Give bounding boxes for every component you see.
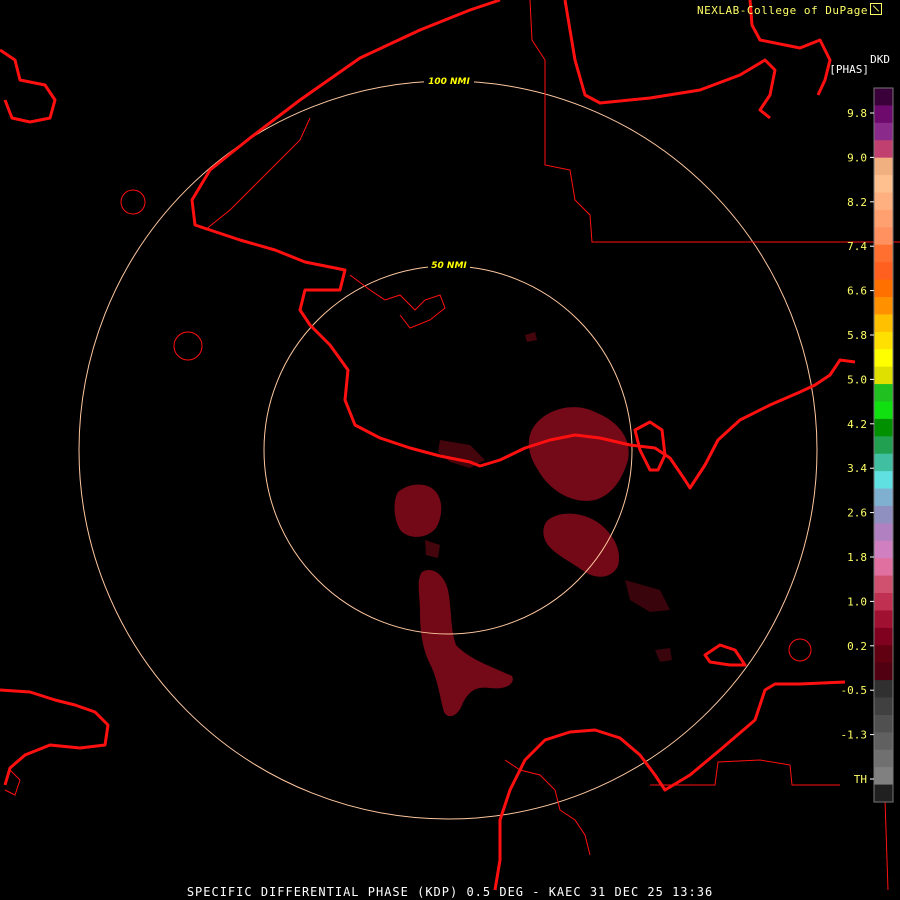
color-scale-tick-label: 9.0 — [847, 151, 867, 164]
radar-echoes — [394, 332, 672, 717]
island-nw — [0, 48, 57, 124]
color-scale-swatch — [874, 523, 893, 542]
color-scale-swatch — [874, 680, 893, 699]
color-scale-swatch — [874, 279, 893, 298]
color-scale-tick-label: TH — [854, 773, 867, 786]
color-scale-swatch — [874, 662, 893, 681]
color-scale-tick-label: -1.3 — [841, 729, 868, 742]
color-scale-tick-label: 3.4 — [847, 462, 867, 475]
product-caption: SPECIFIC DIFFERENTIAL PHASE (KDP) 0.5 DE… — [186, 885, 714, 899]
color-scale-swatch — [874, 697, 893, 716]
color-scale-swatch — [874, 105, 893, 124]
color-scale-tick-label: 4.2 — [847, 418, 867, 431]
color-scale-swatch — [874, 505, 893, 524]
coastline-main-east — [629, 358, 856, 490]
color-scale-swatch — [874, 488, 893, 507]
color-scale-swatch — [874, 122, 893, 141]
color-scale-swatch — [874, 732, 893, 751]
color-scale-swatch — [874, 453, 893, 472]
color-scale-bar — [873, 87, 894, 803]
coastline-northeast — [563, 0, 777, 120]
coastline-south-peninsula — [493, 680, 846, 891]
color-scale-swatch — [874, 192, 893, 211]
color-scale-swatch — [874, 349, 893, 368]
color-scale-tick-label: 9.8 — [847, 107, 867, 120]
color-scale-tick-label: 6.6 — [847, 285, 867, 298]
color-scale-swatch — [874, 384, 893, 402]
island-se — [703, 643, 747, 667]
color-scale-swatch — [874, 575, 893, 594]
coastline-main-west — [190, 0, 631, 468]
color-scale-swatch — [874, 714, 893, 733]
color-scale-swatch — [874, 401, 893, 420]
color-scale-swatch — [874, 784, 893, 803]
color-scale-swatch — [874, 627, 893, 646]
color-scale-swatch — [874, 749, 893, 768]
color-scale-swatch — [874, 314, 893, 333]
colorbar-units: [PHAS] — [829, 63, 869, 76]
echo-speckle-southwest — [425, 540, 440, 558]
coastlines — [0, 0, 856, 891]
echo-speckle-southeast — [655, 648, 672, 662]
color-scale-tick-label: 1.8 — [847, 551, 867, 564]
color-scale-swatch — [874, 471, 893, 490]
color-scale-tick-label: 8.2 — [847, 196, 867, 209]
color-scale-swatch — [874, 244, 893, 263]
color-scale-swatch — [874, 157, 893, 176]
color-scale-swatch — [874, 767, 893, 786]
color-scale-swatch — [874, 436, 893, 455]
color-scale-tick-label: 5.8 — [847, 329, 867, 342]
credit-label: NEXLAB-College of DuPage — [697, 3, 882, 17]
color-scale-swatch — [874, 645, 893, 664]
color-scale-tick-label: -0.5 — [841, 684, 868, 697]
coastline-southwest — [0, 688, 110, 786]
radar-map: 50 NMI 100 NMI 9.8 9.0 8.2 7.4 6.6 5.8 5.0 4.2 3… — [0, 0, 900, 891]
color-scale-swatch — [874, 366, 893, 385]
range-ring-50-label: 50 NMI — [431, 261, 467, 271]
color-scale-swatch — [874, 296, 893, 315]
color-scale-swatch — [874, 593, 893, 611]
echo-cluster-east — [543, 513, 620, 577]
color-scale-swatch — [874, 262, 893, 281]
color-scale-swatch — [874, 418, 893, 437]
range-ring-100-label: 100 NMI — [428, 77, 470, 87]
color-scale-swatch — [874, 175, 893, 193]
color-scale-tick-label: 7.4 — [847, 240, 867, 253]
color-scale-swatch — [874, 558, 893, 577]
echo-band-south — [418, 570, 513, 717]
echo-speckle-northeast-2 — [525, 332, 537, 342]
color-scale-swatch — [874, 610, 893, 629]
product-code: DKD — [870, 53, 890, 66]
color-scale-swatch — [874, 140, 893, 159]
color-scale-tick-label: 0.2 — [847, 640, 867, 653]
link-out-icon — [870, 3, 882, 15]
color-scale-swatch — [874, 88, 893, 106]
echo-cluster-center-west — [394, 484, 442, 537]
color-scale-tick-label: 5.0 — [847, 373, 867, 386]
color-scale-tick-label: 2.6 — [847, 507, 867, 520]
color-scale-ticks: 9.8 9.0 8.2 7.4 6.6 5.8 5.0 4.2 3.4 2.6 1.8 1.0 0.2 -… — [841, 107, 874, 786]
echo-cluster-northeast — [528, 407, 629, 501]
color-scale-swatch — [874, 540, 893, 559]
color-scale-swatch — [874, 209, 893, 228]
color-scale-tick-label: 1.0 — [847, 595, 867, 608]
echo-speckle-east — [625, 580, 670, 612]
color-scale-swatch — [874, 331, 893, 350]
color-scale-swatch — [874, 227, 893, 246]
